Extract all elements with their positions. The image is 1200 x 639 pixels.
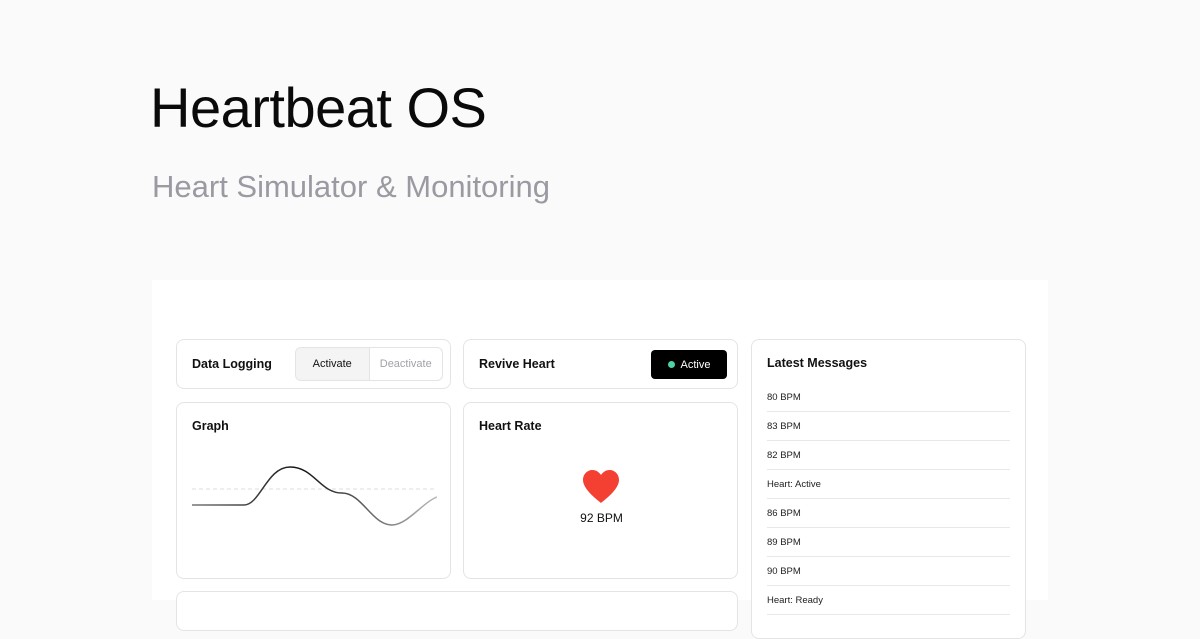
status-button[interactable]: Active xyxy=(651,350,727,379)
deactivate-button[interactable]: Deactivate xyxy=(368,348,443,380)
page-title: Heartbeat OS xyxy=(150,76,487,139)
heart-waveform xyxy=(192,466,437,526)
heart-rate-value: 92 BPM xyxy=(580,511,623,525)
bottom-card xyxy=(176,591,738,631)
dashboard-panel: Data Logging Activate Deactivate Revive … xyxy=(152,280,1048,639)
heart-rate-label: Heart Rate xyxy=(479,419,542,433)
data-logging-card: Data Logging Activate Deactivate xyxy=(176,339,451,389)
revive-heart-card: Revive Heart Active xyxy=(463,339,738,389)
list-item: 80 BPM xyxy=(767,383,1010,412)
list-item: Heart: Ready xyxy=(767,586,1010,615)
status-label: Active xyxy=(680,358,711,371)
revive-heart-label: Revive Heart xyxy=(479,357,555,371)
list-item: 82 BPM xyxy=(767,441,1010,470)
list-item: 83 BPM xyxy=(767,412,1010,441)
list-item: 89 BPM xyxy=(767,528,1010,557)
heart-icon xyxy=(583,470,619,503)
list-item: Heart: Active xyxy=(767,470,1010,499)
graph-card: Graph xyxy=(176,402,451,579)
list-item: 90 BPM xyxy=(767,557,1010,586)
graph-waveform-line xyxy=(192,466,437,526)
graph-label: Graph xyxy=(192,419,229,433)
heart-rate-card: Heart Rate 92 BPM xyxy=(463,402,738,579)
message-list: 80 BPM 83 BPM 82 BPM Heart: Active 86 BP… xyxy=(767,383,1010,615)
status-dot-icon xyxy=(667,361,675,368)
page-subtitle: Heart Simulator & Monitoring xyxy=(152,169,550,204)
data-logging-label: Data Logging xyxy=(192,357,272,371)
latest-messages-label: Latest Messages xyxy=(767,356,868,370)
activate-button[interactable]: Activate xyxy=(296,348,369,380)
latest-messages-card: Latest Messages 80 BPM 83 BPM 82 BPM Hea… xyxy=(751,339,1026,639)
list-item: 86 BPM xyxy=(767,499,1010,528)
data-logging-toggle: Activate Deactivate xyxy=(295,347,443,381)
